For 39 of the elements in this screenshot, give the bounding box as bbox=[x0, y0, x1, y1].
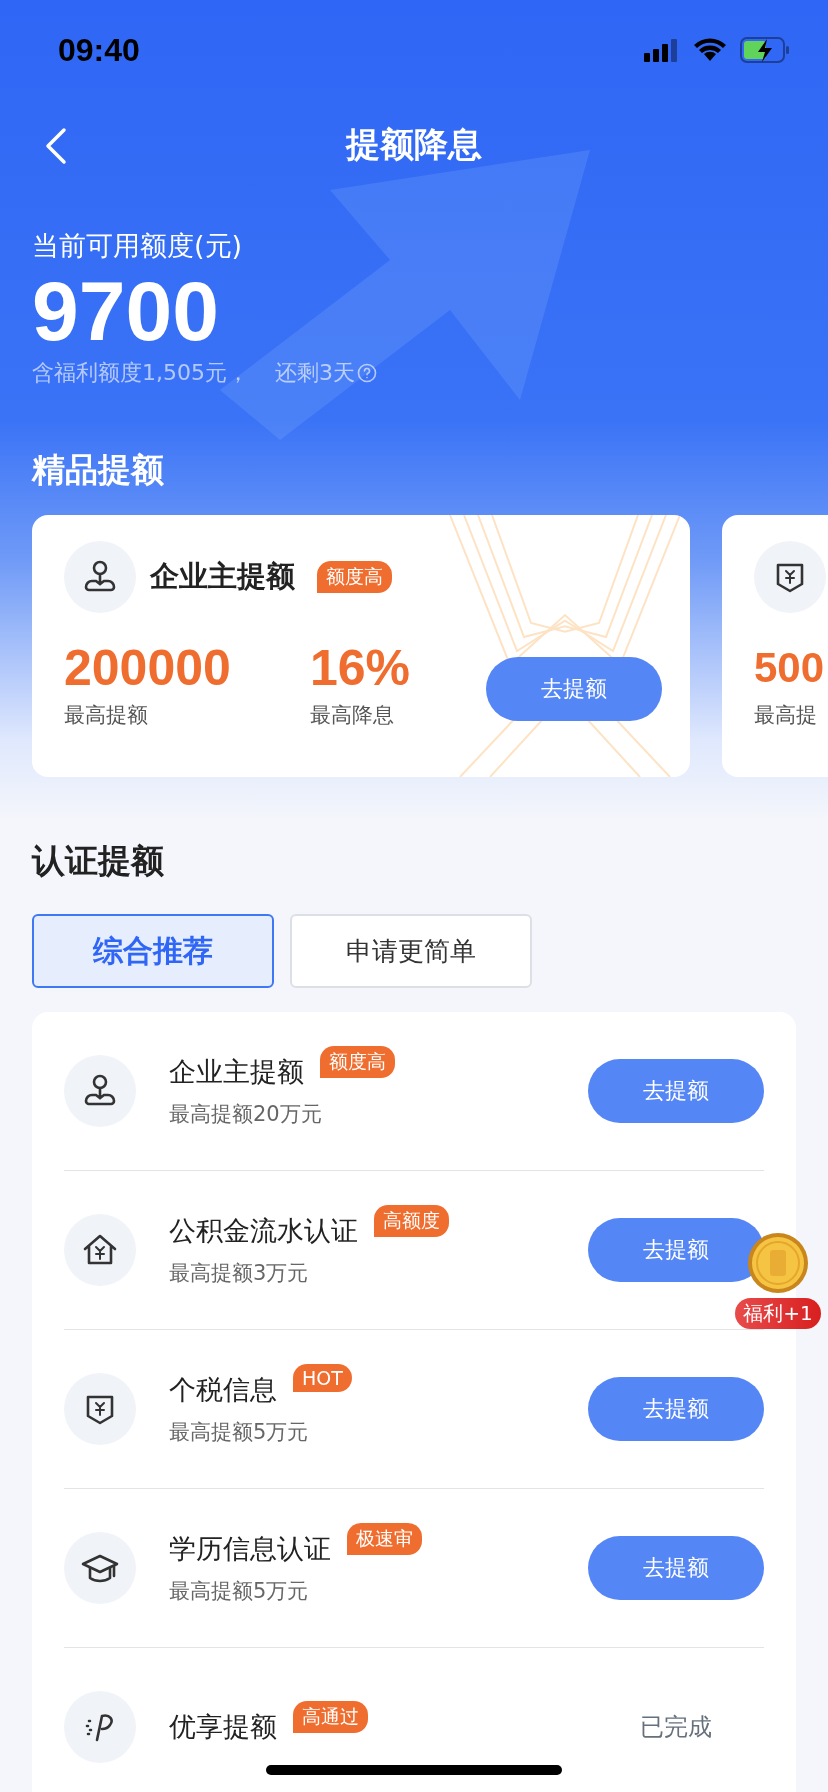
item-title: 个税信息 bbox=[169, 1373, 277, 1407]
credit-amount: 9700 bbox=[32, 264, 219, 358]
stat-value: 200000 bbox=[64, 641, 231, 695]
stat-label: 最高提 bbox=[754, 702, 817, 729]
credit-label: 当前可用额度(元) bbox=[32, 229, 243, 263]
item-tag: 高通过 bbox=[293, 1701, 368, 1733]
filter-tab[interactable]: 申请更简单 bbox=[290, 914, 532, 988]
offer-tag: 额度高 bbox=[317, 561, 392, 593]
bonus-badge[interactable]: 福利+1 bbox=[735, 1298, 821, 1329]
item-tag: 极速审 bbox=[347, 1523, 422, 1555]
item-tag: 额度高 bbox=[320, 1046, 395, 1078]
remaining-days: 还剩3天 bbox=[275, 358, 355, 388]
item-title: 优享提额 bbox=[169, 1710, 277, 1744]
raise-limit-button[interactable]: 去提额 bbox=[486, 657, 662, 721]
item-subtitle: 最高提额5万元 bbox=[169, 1419, 310, 1446]
bonus-note: 含福利额度1,505元， bbox=[32, 359, 249, 387]
item-subtitle: 最高提额3万元 bbox=[169, 1260, 310, 1287]
offer-title: 企业主提额 bbox=[150, 558, 295, 595]
item-tag: 高额度 bbox=[374, 1205, 449, 1237]
raise-limit-button[interactable]: 去提额 bbox=[588, 1218, 764, 1282]
section-title: 精品提额 bbox=[30, 449, 165, 491]
stat-value: 16% bbox=[310, 641, 411, 695]
item-subtitle: 最高提额20万元 bbox=[169, 1101, 323, 1128]
stat-value: 500 bbox=[754, 643, 825, 693]
completed-status: 已完成 bbox=[639, 1712, 713, 1743]
filter-tab[interactable]: 综合推荐 bbox=[32, 914, 274, 988]
stat-label: 最高提额 bbox=[64, 702, 148, 729]
item-title: 企业主提额 bbox=[169, 1055, 304, 1089]
raise-limit-button[interactable]: 去提额 bbox=[588, 1059, 764, 1123]
status-time: 09:40 bbox=[58, 31, 140, 69]
page-title: 提额降息 bbox=[346, 123, 482, 166]
item-tag: HOT bbox=[293, 1364, 352, 1392]
stat-label: 最高降息 bbox=[310, 702, 394, 729]
raise-limit-button[interactable]: 去提额 bbox=[588, 1536, 764, 1600]
raise-limit-button[interactable]: 去提额 bbox=[588, 1377, 764, 1441]
item-title: 公积金流水认证 bbox=[169, 1214, 358, 1248]
item-subtitle: 最高提额5万元 bbox=[169, 1578, 310, 1605]
item-title: 学历信息认证 bbox=[169, 1532, 331, 1566]
section-title: 认证提额 bbox=[30, 840, 165, 882]
